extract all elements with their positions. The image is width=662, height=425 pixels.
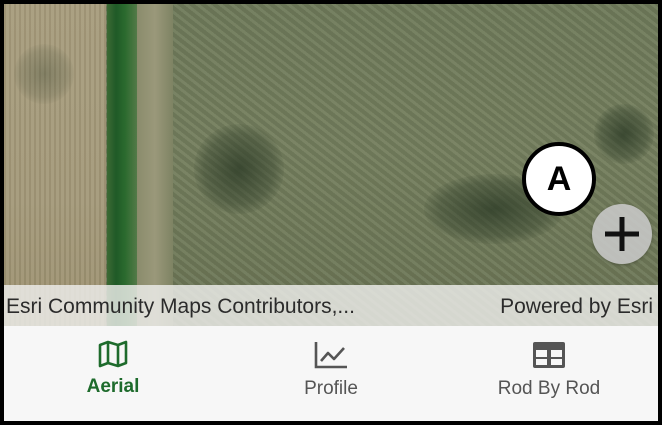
tab-aerial[interactable]: Aerial (4, 326, 222, 421)
map-attribution[interactable]: Esri Community Maps Contributors,... (6, 294, 355, 320)
plus-icon (605, 217, 639, 251)
tab-rod-by-rod[interactable]: Rod By Rod (440, 326, 658, 421)
line-chart-icon (314, 342, 347, 369)
table-icon (533, 342, 565, 368)
callout-marker: A (522, 142, 596, 216)
field-verge (137, 4, 173, 326)
zoom-in-button[interactable] (592, 204, 652, 264)
tab-profile-label: Profile (304, 378, 358, 399)
bottom-nav: Aerial Profile Rod By Rod (4, 326, 658, 421)
tab-aerial-label: Aerial (86, 376, 140, 397)
powered-by-esri[interactable]: Powered by Esri (500, 294, 653, 320)
terrain-patch (14, 44, 74, 104)
app-frame: Esri Community Maps Contributors,... Pow… (0, 0, 662, 425)
terrain-patch (194, 124, 284, 214)
tab-profile[interactable]: Profile (222, 326, 440, 421)
aerial-map[interactable]: Esri Community Maps Contributors,... Pow… (4, 4, 658, 326)
terrain-patch (594, 104, 654, 164)
tree-line (107, 4, 137, 326)
map-icon (98, 340, 128, 368)
tab-rod-by-rod-label: Rod By Rod (497, 378, 601, 399)
